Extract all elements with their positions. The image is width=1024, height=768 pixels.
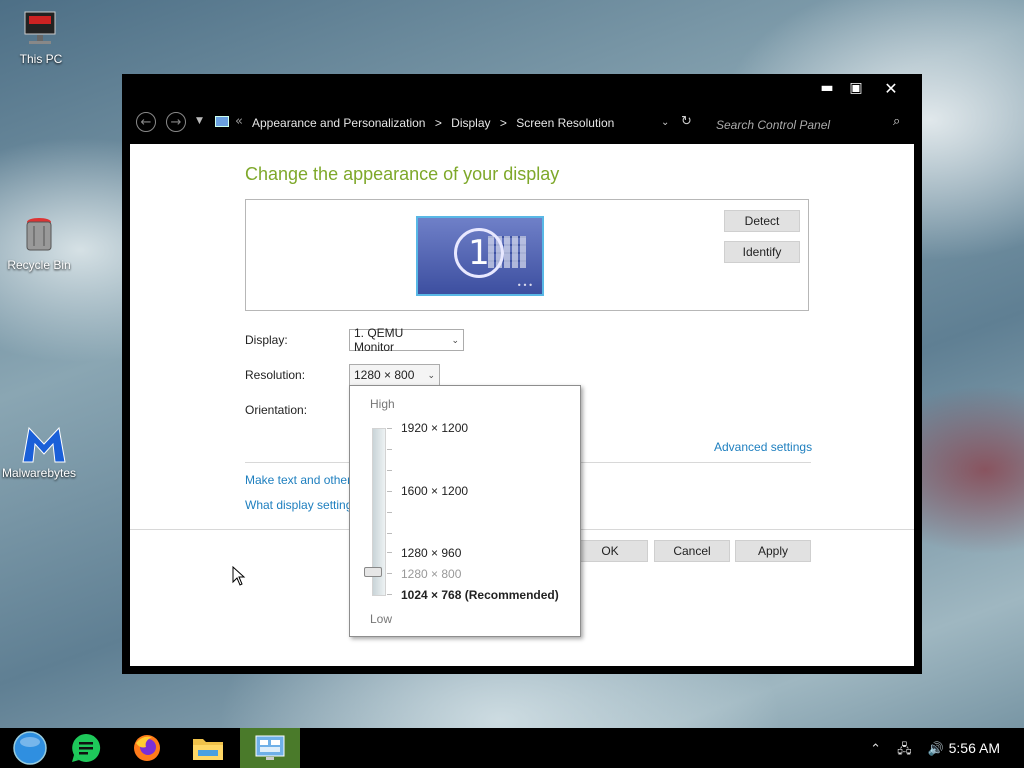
navigation-bar: ← → ▼ « Appearance and Personalization >…	[122, 108, 922, 140]
resolution-select-value: 1280 × 800	[354, 368, 415, 382]
desktop-icon-label: This PC	[19, 52, 63, 66]
resolution-option-1024x768[interactable]: 1024 × 768 (Recommended)	[401, 588, 559, 602]
monitor-dots: •••	[516, 281, 534, 290]
slider-high-label: High	[370, 397, 395, 411]
slider-tick	[387, 533, 392, 534]
close-button[interactable]: ✕	[878, 78, 904, 98]
minimize-button[interactable]: ▬	[814, 78, 840, 98]
search-input[interactable]	[714, 114, 898, 136]
system-tray: ⌃ 🖧 🔊	[858, 740, 944, 762]
start-orb-icon	[13, 731, 47, 765]
chevron-down-icon: ⌄	[427, 369, 435, 380]
desktop-icon-label: Recycle Bin	[7, 258, 71, 272]
display-label: Display:	[245, 333, 288, 347]
volume-icon[interactable]: 🔊	[928, 742, 944, 757]
display-select[interactable]: 1. QEMU Monitor ⌄	[349, 326, 464, 354]
maximize-button[interactable]: ▣	[843, 78, 869, 98]
breadcrumb: Appearance and Personalization > Display…	[252, 116, 620, 130]
display-select-value: 1. QEMU Monitor	[354, 326, 404, 354]
taskbar-control-panel[interactable]	[240, 728, 300, 768]
identify-button[interactable]: Identify	[724, 241, 800, 263]
monitor-1-tile[interactable]: 1 •••	[416, 216, 544, 296]
display-preview: 1 ••• Detect Identify	[245, 199, 809, 311]
folder-icon	[193, 739, 223, 760]
resolution-popup: High 1920 × 1200 1600 × 1200 1280 × 960 …	[349, 385, 581, 637]
resolution-option-1600x1200[interactable]: 1600 × 1200	[401, 484, 468, 498]
slider-tick	[387, 594, 392, 595]
control-panel-icon	[215, 116, 229, 127]
desktop-icon-label: Malwarebytes	[1, 466, 77, 480]
slider-tick	[387, 573, 392, 574]
taskbar-firefox[interactable]	[117, 728, 177, 768]
mouse-cursor-icon	[232, 565, 246, 589]
breadcrumb-screen-resolution[interactable]: Screen Resolution	[516, 116, 614, 130]
forward-button[interactable]: →	[166, 112, 186, 132]
resolution-label: Resolution:	[245, 368, 306, 382]
advanced-settings-link[interactable]: Advanced settings	[714, 440, 812, 454]
slider-low-label: Low	[370, 612, 393, 626]
computer-icon	[21, 8, 61, 48]
resolution-option-1920x1200[interactable]: 1920 × 1200	[401, 421, 468, 435]
taskbar-notes-app[interactable]	[56, 728, 116, 768]
chevron-down-icon: ⌄	[451, 334, 459, 345]
slider-tick	[387, 428, 392, 429]
search-icon[interactable]: ⌕	[893, 114, 900, 129]
firefox-icon	[134, 735, 160, 761]
clock[interactable]: 5:56 AM	[949, 740, 1000, 756]
network-icon[interactable]: 🖧	[897, 742, 912, 757]
desktop-icon-this-pc[interactable]: This PC	[2, 8, 80, 66]
resolution-option-1280x960[interactable]: 1280 × 960	[401, 546, 461, 560]
slider-tick	[387, 491, 392, 492]
slider-tick	[387, 449, 392, 450]
taskbar-file-explorer[interactable]	[178, 728, 238, 768]
monitor-number: 1	[454, 228, 504, 278]
ok-button[interactable]: OK	[572, 540, 648, 562]
page-title: Change the appearance of your display	[245, 164, 560, 184]
resolution-slider-thumb[interactable]	[364, 567, 382, 577]
apply-button[interactable]: Apply	[735, 540, 811, 562]
recent-locations-button[interactable]: ▼	[196, 116, 203, 126]
control-panel-icon	[255, 735, 285, 760]
resolution-select[interactable]: 1280 × 800 ⌄	[349, 364, 440, 386]
tray-chevron-icon[interactable]: ⌃	[870, 742, 881, 757]
slider-tick	[387, 512, 392, 513]
display-settings-help-link[interactable]: What display setting	[245, 498, 352, 512]
breadcrumb-display[interactable]: Display	[451, 116, 490, 130]
taskbar: ⌃ 🖧 🔊 5:56 AM	[0, 728, 1024, 768]
address-dropdown-icon[interactable]: ⌄	[661, 117, 669, 128]
back-button[interactable]: ←	[136, 112, 156, 132]
detect-button[interactable]: Detect	[724, 210, 800, 232]
start-button[interactable]	[0, 728, 60, 768]
resolution-option-1280x800[interactable]: 1280 × 800	[401, 567, 461, 581]
breadcrumb-overflow[interactable]: «	[235, 114, 243, 129]
refresh-icon[interactable]: ↻	[681, 114, 692, 129]
desktop-icon-recycle-bin[interactable]: Recycle Bin	[0, 214, 78, 272]
notes-icon	[72, 733, 101, 762]
slider-tick	[387, 552, 392, 553]
breadcrumb-separator[interactable]: >	[435, 116, 442, 130]
slider-tick	[387, 470, 392, 471]
desktop-icon-malwarebytes[interactable]: Malwarebytes	[0, 422, 78, 480]
text-size-link[interactable]: Make text and other	[245, 473, 351, 487]
breadcrumb-separator[interactable]: >	[500, 116, 507, 130]
recycle-bin-icon	[19, 214, 59, 254]
malwarebytes-icon	[19, 422, 66, 463]
breadcrumb-appearance[interactable]: Appearance and Personalization	[252, 116, 425, 130]
cancel-button[interactable]: Cancel	[654, 540, 730, 562]
orientation-label: Orientation:	[245, 403, 308, 417]
